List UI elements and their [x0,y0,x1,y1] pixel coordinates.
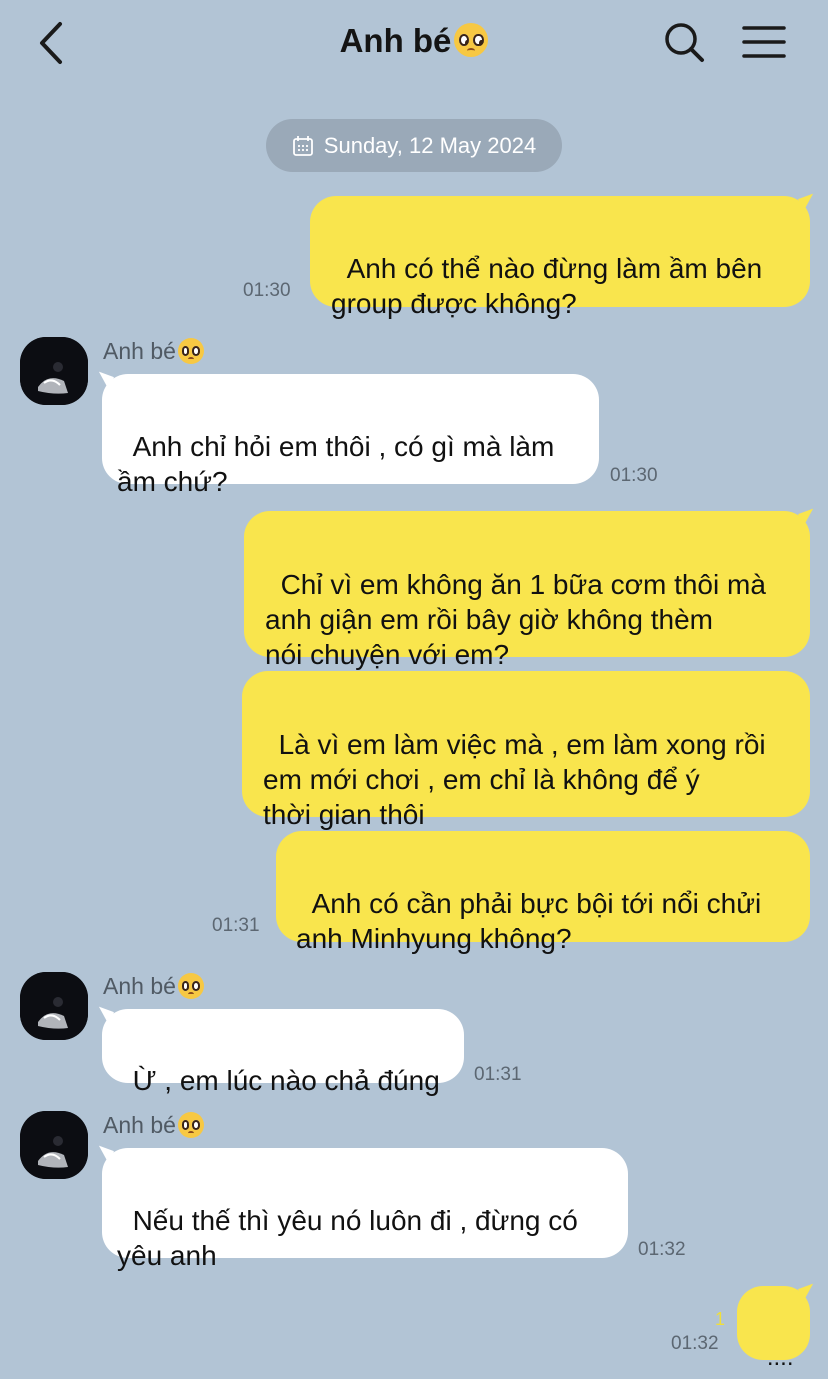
my-message-bubble[interactable]: .... [737,1286,810,1371]
my-message-bubble[interactable]: Là vì em làm việc mà , em làm xong rồi e… [242,671,810,830]
chat-title-text: Anh bé [339,22,452,59]
pleading-face-emoji [177,972,204,999]
search-button[interactable] [660,18,710,68]
sender-name-text: Anh bé [103,338,176,364]
avatar-image [20,1111,88,1179]
their-message-bubble[interactable]: Ừ , em lúc nào chả đúng [102,1009,464,1096]
avatar[interactable] [20,337,88,405]
menu-icon [742,26,786,58]
message-text: Anh có cần phải bực bội tới nổi chửi anh… [296,888,762,954]
calendar-icon [292,135,313,156]
date-divider: Sunday, 12 May 2024 [266,119,562,172]
search-icon [665,23,704,62]
message-text: Nếu thế thì yêu nó luôn đi , đừng có yêu… [117,1205,578,1271]
message-text: .... [766,1344,794,1371]
message-text: Là vì em làm việc mà , em làm xong rồi e… [263,729,766,830]
message-time: 01:32 [638,1239,686,1260]
unread-count: 1 [715,1309,726,1329]
chat-header: Anh bé [0,0,828,86]
message-time: 01:30 [243,280,291,301]
avatar-image [20,972,88,1040]
message-text: Ừ , em lúc nào chả đúng [132,1065,440,1096]
my-message-bubble[interactable]: Chỉ vì em không ăn 1 bữa cơm thôi mà anh… [244,511,810,670]
pleading-face-emoji [177,1111,204,1138]
message-time: 01:31 [474,1064,522,1085]
their-message-bubble[interactable]: Nếu thế thì yêu nó luôn đi , đừng có yêu… [102,1148,628,1271]
message-time: 01:30 [610,465,658,486]
sender-name: Anh bé [103,337,204,366]
sender-name: Anh bé [103,972,204,1001]
message-text: Anh chỉ hỏi em thôi , có gì mà làm ầm ch… [117,431,555,497]
avatar[interactable] [20,1111,88,1179]
message-text: Anh có thể nào đừng làm ầm bên group đượ… [331,253,763,319]
message-text: Chỉ vì em không ăn 1 bữa cơm thôi mà anh… [265,569,766,670]
date-divider-text: Sunday, 12 May 2024 [323,132,537,158]
pleading-face-emoji [454,23,489,58]
my-message-bubble[interactable]: Anh có cần phải bực bội tới nổi chửi anh… [276,831,810,954]
message-time: 01:32 [671,1333,719,1354]
their-message-bubble[interactable]: Anh chỉ hỏi em thôi , có gì mà làm ầm ch… [102,374,599,497]
sender-name: Anh bé [103,1111,204,1140]
sender-name-text: Anh bé [103,1112,176,1138]
menu-button[interactable] [740,18,790,68]
avatar-image [20,337,88,405]
sender-name-text: Anh bé [103,973,176,999]
pleading-face-emoji [177,337,204,364]
my-message-bubble[interactable]: Anh có thể nào đừng làm ầm bên group đượ… [310,196,810,319]
avatar[interactable] [20,972,88,1040]
message-time: 01:31 [212,915,260,936]
